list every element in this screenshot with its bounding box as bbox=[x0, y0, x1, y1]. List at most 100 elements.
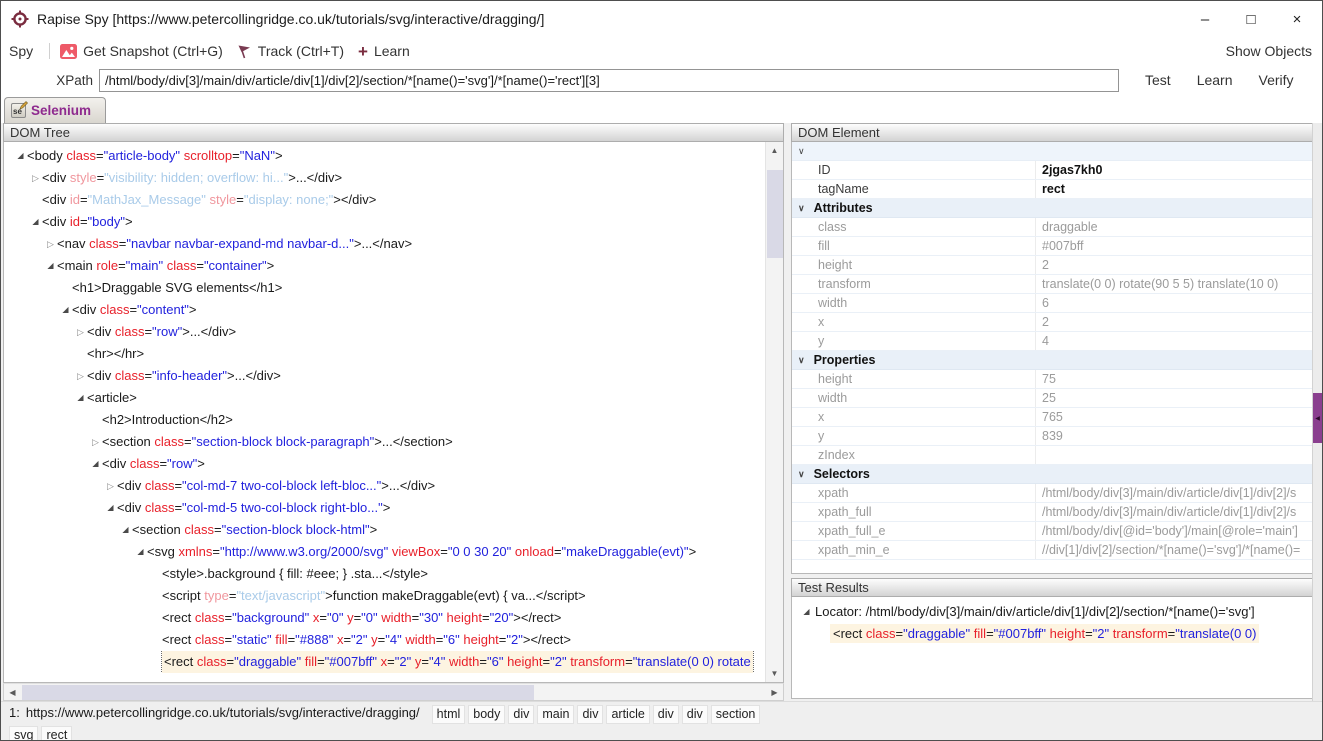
scroll-up-icon[interactable]: ▲ bbox=[766, 142, 783, 159]
dom-tree-node[interactable]: ◢<section class="section-block block-htm… bbox=[4, 519, 765, 541]
grid-prop-xpath_full_e[interactable]: xpath_full_e/html/body/div[@id='body']/m… bbox=[792, 522, 1313, 541]
tree-expander-icon[interactable]: ◢ bbox=[89, 453, 102, 475]
horizontal-scroll-thumb[interactable] bbox=[22, 685, 534, 700]
learn-button[interactable]: + Learn bbox=[358, 43, 410, 60]
grid-prop-height[interactable]: height75 bbox=[792, 370, 1313, 389]
dom-tree-node[interactable]: ◢<div class="col-md-5 two-col-block righ… bbox=[4, 497, 765, 519]
dom-tree-node[interactable]: <script type="text/javascript">function … bbox=[4, 585, 765, 607]
tree-expander-icon[interactable]: ◢ bbox=[29, 211, 42, 233]
dom-tree-node[interactable]: ◢<main role="main" class="container"> bbox=[4, 255, 765, 277]
tree-expander-icon[interactable]: ▷ bbox=[74, 321, 87, 343]
section-header-attributes[interactable]: ∨Attributes bbox=[792, 199, 1313, 218]
get-snapshot-button[interactable]: Get Snapshot (Ctrl+G) bbox=[60, 43, 223, 59]
tree-expander-icon[interactable]: ▷ bbox=[104, 475, 117, 497]
dom-tree-node[interactable]: <rect class="background" x="0" y="0" wid… bbox=[4, 607, 765, 629]
tree-expander-icon[interactable]: ◢ bbox=[14, 145, 27, 167]
grid-prop-zIndex[interactable]: zIndex bbox=[792, 446, 1313, 465]
dom-path-crumb[interactable]: rect bbox=[41, 726, 72, 740]
grid-prop-xpath[interactable]: xpath/html/body/div[3]/main/div/article/… bbox=[792, 484, 1313, 503]
grid-prop-x[interactable]: x765 bbox=[792, 408, 1313, 427]
dom-path-crumb[interactable]: div bbox=[682, 705, 708, 724]
tab-selenium[interactable]: se Selenium bbox=[4, 97, 106, 123]
grid-prop-class[interactable]: classdraggable bbox=[792, 218, 1313, 237]
status-url[interactable]: https://www.petercollingridge.co.uk/tuto… bbox=[26, 705, 420, 720]
dom-path-crumb[interactable]: svg bbox=[9, 726, 38, 740]
grid-prop-width[interactable]: width25 bbox=[792, 389, 1313, 408]
section-header-selectors[interactable]: ∨Selectors bbox=[792, 465, 1313, 484]
close-button[interactable]: × bbox=[1274, 1, 1320, 37]
dom-tree-node[interactable]: ◢<article> bbox=[4, 387, 765, 409]
grid-prop-y[interactable]: y839 bbox=[792, 427, 1313, 446]
scroll-right-icon[interactable]: ▶ bbox=[766, 684, 783, 701]
dom-tree-node[interactable]: ◢<div id="body"> bbox=[4, 211, 765, 233]
grid-prop-tagName[interactable]: tagNamerect bbox=[792, 180, 1313, 199]
dom-tree-node[interactable]: ▷<div style="visibility: hidden; overflo… bbox=[4, 167, 765, 189]
dom-path-crumb[interactable]: section bbox=[711, 705, 761, 724]
dom-tree-node[interactable]: <rect class="draggable" fill="#007bff" x… bbox=[4, 651, 765, 673]
vertical-scrollbar[interactable]: ▲ ▼ bbox=[765, 142, 783, 682]
dom-tree-node[interactable]: <style>.background { fill: #eee; } .sta.… bbox=[4, 563, 765, 585]
grid-prop-width[interactable]: width6 bbox=[792, 294, 1313, 313]
dom-tree-node[interactable]: ◢<div class="content"> bbox=[4, 299, 765, 321]
dom-tree-node[interactable]: <rect class="static" fill="#888" x="2" y… bbox=[4, 629, 765, 651]
locator-expander-icon[interactable]: ◢ bbox=[800, 607, 813, 616]
dom-path-crumb[interactable]: html bbox=[432, 705, 466, 724]
xpath-input[interactable] bbox=[99, 69, 1119, 92]
dom-tree-node[interactable]: <h1>Draggable SVG elements</h1> bbox=[4, 277, 765, 299]
dom-tree-node[interactable]: ◢<svg xmlns="http://www.w3.org/2000/svg"… bbox=[4, 541, 765, 563]
minimize-button[interactable]: – bbox=[1182, 1, 1228, 37]
vertical-scroll-thumb[interactable] bbox=[767, 170, 783, 258]
grid-prop-transform[interactable]: transformtranslate(0 0) rotate(90 5 5) t… bbox=[792, 275, 1313, 294]
grid-prop-fill[interactable]: fill#007bff bbox=[792, 237, 1313, 256]
scroll-left-icon[interactable]: ◀ bbox=[4, 684, 21, 701]
dom-path-crumb[interactable]: div bbox=[653, 705, 679, 724]
grid-prop-ID[interactable]: ID2jgas7kh0 bbox=[792, 161, 1313, 180]
grid-prop-xpath_min_e[interactable]: xpath_min_e//div[1]/div[2]/section/*[nam… bbox=[792, 541, 1313, 560]
dom-tree-node[interactable]: <h2>Introduction</h2> bbox=[4, 409, 765, 431]
tree-expander-icon[interactable]: ◢ bbox=[44, 255, 57, 277]
dom-path-crumb[interactable]: main bbox=[537, 705, 574, 724]
locator-row[interactable]: ◢ Locator: /html/body/div[3]/main/div/ar… bbox=[792, 597, 1313, 619]
grid-prop-xpath_full[interactable]: xpath_full/html/body/div[3]/main/div/art… bbox=[792, 503, 1313, 522]
maximize-button[interactable]: □ bbox=[1228, 1, 1274, 37]
track-button[interactable]: Track (Ctrl+T) bbox=[237, 43, 344, 59]
tree-expander-icon[interactable]: ◢ bbox=[119, 519, 132, 541]
dom-path-crumb[interactable]: body bbox=[468, 705, 505, 724]
tree-expander-icon[interactable]: ▷ bbox=[44, 233, 57, 255]
learn-xpath-button[interactable]: Learn bbox=[1197, 72, 1233, 88]
horizontal-scrollbar[interactable]: ◀ ▶ bbox=[3, 683, 784, 701]
verify-button[interactable]: Verify bbox=[1259, 72, 1294, 88]
dom-tree-node[interactable]: ◢<div class="row"> bbox=[4, 453, 765, 475]
scroll-down-icon[interactable]: ▼ bbox=[766, 665, 783, 682]
dom-tree-node[interactable]: ◢<body class="article-body" scrolltop="N… bbox=[4, 145, 765, 167]
tree-expander-icon[interactable]: ▷ bbox=[74, 365, 87, 387]
tree-expander-icon[interactable]: ◢ bbox=[134, 541, 147, 563]
dom-tree-node[interactable]: <div id="MathJax_Message" style="display… bbox=[4, 189, 765, 211]
grid-prop-height[interactable]: height2 bbox=[792, 256, 1313, 275]
dom-tree-node[interactable]: ▷<section class="section-block block-par… bbox=[4, 431, 765, 453]
dom-tree-node[interactable]: ▷<div class="col-md-7 two-col-block left… bbox=[4, 475, 765, 497]
dom-path-crumb[interactable]: div bbox=[577, 705, 603, 724]
dom-tree-node[interactable]: ▷<div class="info-header">...</div> bbox=[4, 365, 765, 387]
result-line[interactable]: <rect class="draggable" fill="#007bff" h… bbox=[830, 624, 1259, 643]
tree-expander-icon[interactable]: ◢ bbox=[74, 387, 87, 409]
tree-expander-icon[interactable]: ▷ bbox=[29, 167, 42, 189]
grid-root-expander[interactable]: ∨ bbox=[792, 142, 1313, 161]
splitter-handle[interactable]: ◀ bbox=[1313, 393, 1322, 443]
show-objects-button[interactable]: Show Objects bbox=[1226, 43, 1312, 59]
dom-path-crumb[interactable]: article bbox=[606, 705, 649, 724]
dom-tree-node[interactable]: ▷<nav class="navbar navbar-expand-md nav… bbox=[4, 233, 765, 255]
section-header-properties[interactable]: ∨Properties bbox=[792, 351, 1313, 370]
tree-expander-icon[interactable]: ◢ bbox=[59, 299, 72, 321]
tree-expander-icon[interactable]: ▷ bbox=[89, 431, 102, 453]
syntax-token: > bbox=[267, 258, 275, 273]
dom-tree-node[interactable]: ▷<div class="row">...</div> bbox=[4, 321, 765, 343]
dom-tree-node[interactable]: <hr></hr> bbox=[4, 343, 765, 365]
syntax-token: = bbox=[343, 632, 351, 647]
grid-prop-y[interactable]: y4 bbox=[792, 332, 1313, 351]
grid-prop-x[interactable]: x2 bbox=[792, 313, 1313, 332]
dom-path-crumb[interactable]: div bbox=[508, 705, 534, 724]
tree-expander-icon[interactable]: ◢ bbox=[104, 497, 117, 519]
test-button[interactable]: Test bbox=[1145, 72, 1171, 88]
spy-button[interactable]: Spy bbox=[9, 43, 33, 59]
